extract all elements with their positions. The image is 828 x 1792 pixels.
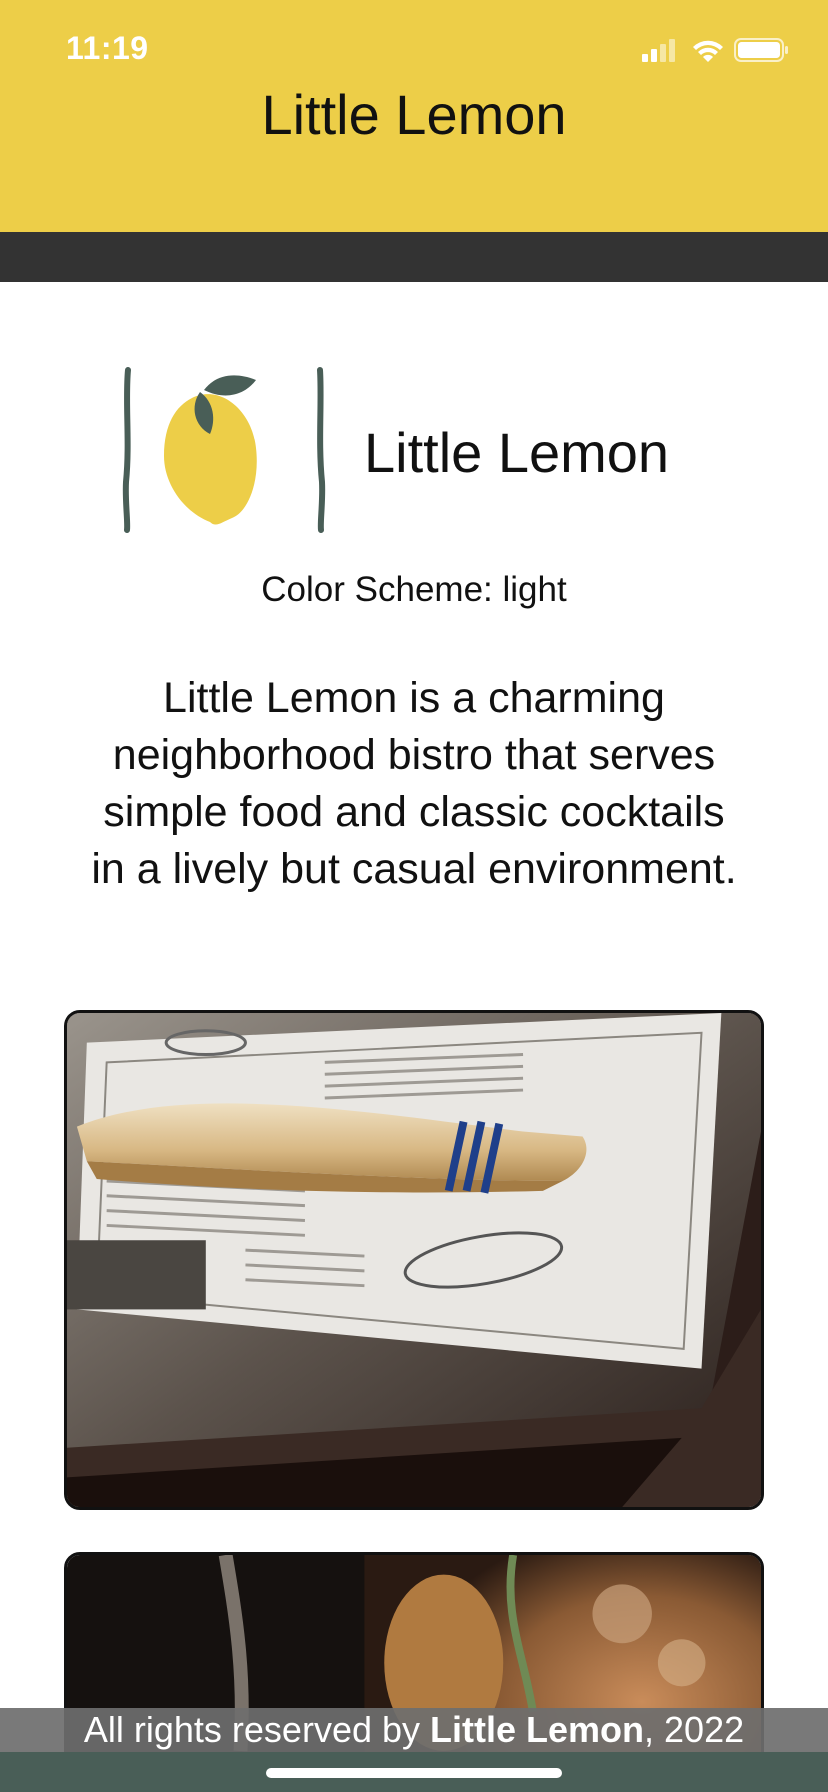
restaurant-table-image xyxy=(67,1013,761,1507)
color-scheme-label: Color Scheme: light xyxy=(261,570,567,609)
nav-bar xyxy=(0,232,828,282)
wifi-icon xyxy=(693,40,723,62)
footer-brand: Little Lemon xyxy=(430,1709,645,1750)
battery-icon xyxy=(734,38,788,62)
app-screen: 11:19 Little Lemon Little Lemon Color Sc… xyxy=(0,0,828,1792)
status-time: 11:19 xyxy=(66,30,149,66)
logo-title: Little Lemon xyxy=(364,421,670,484)
header-title: Little Lemon xyxy=(261,83,567,146)
restaurant-description: Little Lemon is a charming neighborhood … xyxy=(91,674,737,893)
home-indicator[interactable] xyxy=(266,1768,562,1778)
status-icons xyxy=(642,38,788,62)
restaurant-table-photo xyxy=(64,1010,764,1510)
signal-icon xyxy=(642,39,675,62)
lemon-logo-icon xyxy=(122,367,326,533)
footer-prefix: All rights reserved by xyxy=(83,1709,431,1750)
footer: All rights reserved by Little Lemon, 202… xyxy=(0,1708,828,1752)
header: 11:19 Little Lemon xyxy=(0,0,828,232)
footer-suffix: , 2022 xyxy=(644,1709,745,1750)
logo-row: Little Lemon xyxy=(120,362,720,538)
home-area xyxy=(0,1752,828,1792)
